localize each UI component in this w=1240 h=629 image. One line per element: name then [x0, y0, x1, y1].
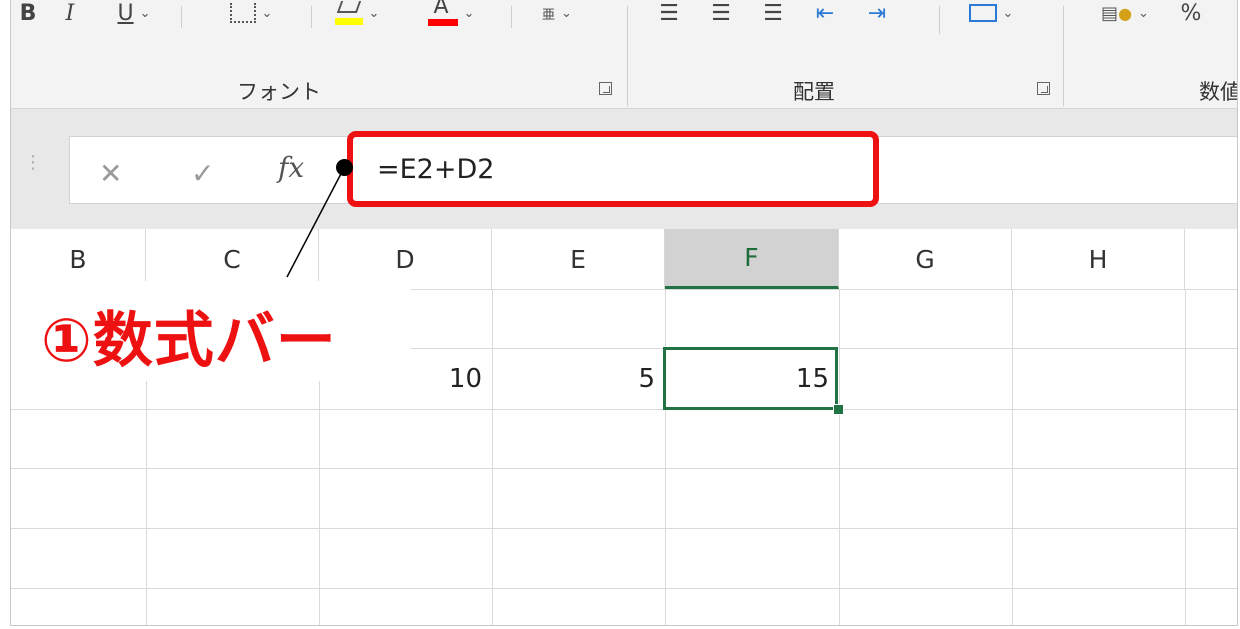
callout-label: ①数式バー	[41, 306, 337, 376]
excel-window: B I U ⌄ ⌄ ⌄ A ⌄ 亜 ⌄ ☰ ☰ ☰ ⇤ ⇥ ⌄ ▤ ● ⌄ % …	[10, 0, 1238, 626]
